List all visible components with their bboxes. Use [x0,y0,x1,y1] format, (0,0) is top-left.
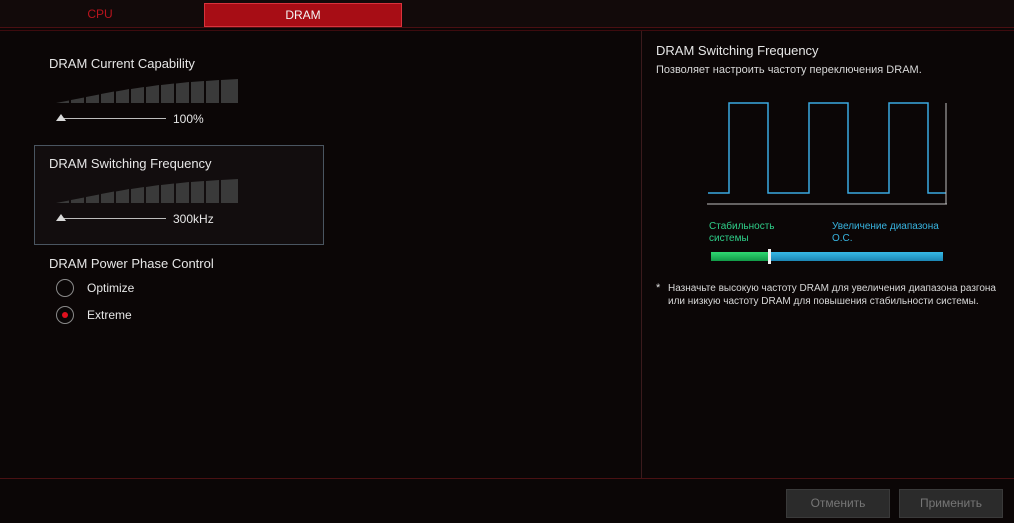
apply-button[interactable]: Применить [899,489,1003,518]
power-phase-label: DRAM Power Phase Control [49,256,214,271]
optimize-label[interactable]: Optimize [87,281,134,295]
tab-bar: CPU DRAM [0,0,1014,28]
help-title: DRAM Switching Frequency [656,43,819,58]
switching-frequency-slider-track[interactable] [61,218,166,219]
note-marker: * [656,282,661,294]
current-capability-slider-thumb[interactable] [56,114,66,121]
divider [641,31,642,478]
extreme-label[interactable]: Extreme [87,308,132,322]
help-note: Назначьте высокую частоту DRAM для увели… [668,283,996,307]
radio-selected-dot [62,312,68,318]
current-position-marker [768,249,771,264]
switching-frequency-label: DRAM Switching Frequency [49,156,212,171]
switching-frequency-value: 300kHz [173,212,214,226]
oc-range-label: Увеличение диапазона О.С. [832,221,939,244]
tab-cpu[interactable]: CPU [0,3,200,25]
switching-frequency-slider-thumb[interactable] [56,214,66,221]
cancel-button[interactable]: Отменить [786,489,890,518]
current-capability-label: DRAM Current Capability [49,56,195,71]
stability-label: Стабильность системы [709,221,775,244]
optimize-radio[interactable] [56,279,74,297]
extreme-radio[interactable] [56,306,74,324]
current-capability-meter[interactable] [56,79,238,103]
tab-dram[interactable]: DRAM [204,3,402,27]
switching-frequency-meter[interactable] [56,179,238,203]
stability-oc-bar [711,249,943,264]
level-meter-graphic [56,179,238,203]
help-description: Позволяет настроить частоту переключения… [656,64,922,76]
divider [0,478,1014,479]
current-capability-value: 100% [173,112,204,126]
level-meter-graphic [56,79,238,103]
switching-waveform-graphic [707,102,947,205]
stability-segment [711,252,769,261]
current-capability-slider-track[interactable] [61,118,166,119]
